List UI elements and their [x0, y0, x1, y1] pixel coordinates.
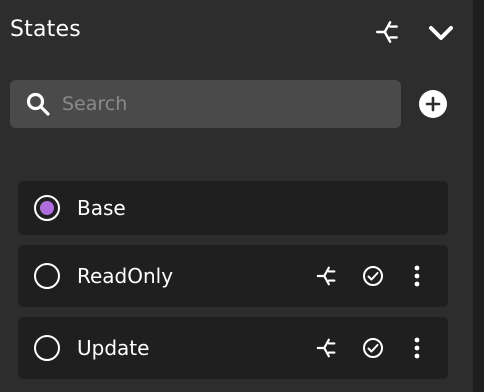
state-radio[interactable]: [34, 335, 60, 361]
more-vertical-icon[interactable]: [404, 335, 430, 361]
add-state-button[interactable]: [419, 90, 447, 118]
state-label: Update: [77, 336, 150, 360]
state-radio[interactable]: [34, 263, 60, 289]
state-radio-selected[interactable]: [34, 195, 60, 221]
plus-circle-icon: [425, 96, 441, 112]
more-vertical-icon[interactable]: [404, 263, 430, 289]
panel-header: States: [0, 0, 473, 64]
branch-icon[interactable]: [314, 335, 340, 361]
panel-title: States: [10, 17, 81, 42]
check-circle-icon[interactable]: [360, 263, 386, 289]
state-row-base[interactable]: Base: [18, 181, 448, 235]
panel-right-edge: [473, 0, 484, 392]
chevron-down-icon[interactable]: [426, 20, 456, 46]
search-icon: [25, 91, 51, 117]
search-box: [10, 80, 401, 128]
branch-icon[interactable]: [374, 18, 402, 46]
check-circle-icon[interactable]: [360, 335, 386, 361]
state-row-update[interactable]: Update: [18, 317, 448, 379]
state-row-readonly[interactable]: ReadOnly: [18, 245, 448, 307]
state-label: ReadOnly: [77, 264, 174, 288]
search-input[interactable]: [62, 93, 362, 115]
branch-icon[interactable]: [314, 263, 340, 289]
state-label: Base: [77, 196, 126, 220]
